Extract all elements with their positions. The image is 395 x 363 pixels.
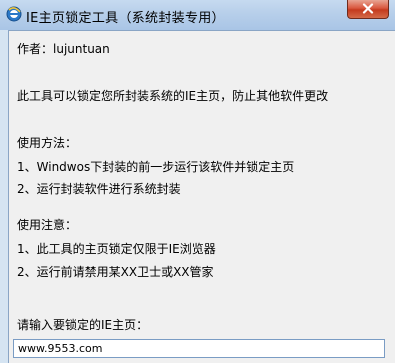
homepage-url-input[interactable] [13,339,385,358]
dialog-content: 作者：lujuntuan 此工具可以锁定您所封装系统的IE主页，防止其他软件更改… [8,30,395,363]
usage-heading: 使用方法： [17,136,78,150]
author-label: 作者：lujuntuan [17,42,110,56]
usage-step-1: 1、Windwos下封装的前一步运行该软件并锁定主页 [17,160,295,174]
ie-globe-icon [6,6,22,22]
note-2: 2、运行前请禁用某XX卫士或XX管家 [17,265,214,279]
title-bar[interactable]: IE主页锁定工具（系统封装专用） [0,0,395,30]
notes-heading: 使用注意： [17,218,78,232]
close-button[interactable] [347,0,389,19]
homepage-input-label: 请输入要锁定的IE主页： [17,318,149,332]
close-icon [362,3,374,14]
app-window: IE主页锁定工具（系统封装专用） 作者：lujuntuan 此工具可以锁定您所封… [0,0,395,363]
description-text: 此工具可以锁定您所封装系统的IE主页，防止其他软件更改 [17,89,329,103]
usage-step-2: 2、运行封装软件进行系统封装 [17,182,181,196]
window-title: IE主页锁定工具（系统封装专用） [26,11,225,26]
note-1: 1、此工具的主页锁定仅限于IE浏览器 [17,242,216,256]
